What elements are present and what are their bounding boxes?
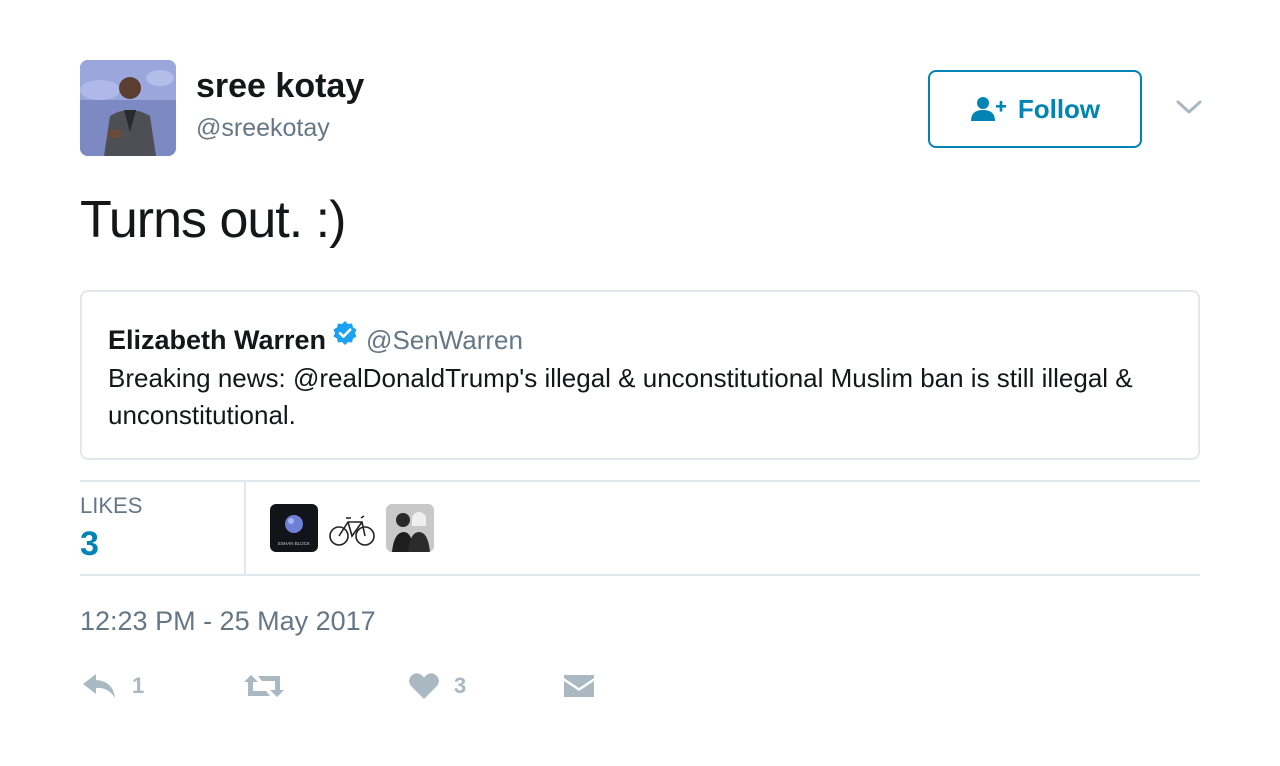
envelope-icon [562,672,596,700]
likes-count[interactable]: 3 [80,524,99,564]
reply-button[interactable]: 1 [80,664,144,708]
likes-label: LIKES [80,493,143,518]
author-handle[interactable]: @sreekotay [196,112,330,144]
liker-avatar[interactable]: ESHAN BLOCK [270,504,318,552]
follow-person-plus-icon [970,96,1008,122]
follow-button[interactable]: Follow [928,70,1142,148]
reply-count: 1 [132,673,145,698]
author-avatar[interactable] [80,60,176,156]
tweet-text: Turns out. :) [80,191,346,249]
quoted-author-name: Elizabeth Warren [108,324,327,355]
follow-button-label: Follow [1017,93,1101,124]
retweet-icon [242,671,286,701]
likers-avatars: ESHAN BLOCK [270,504,434,552]
like-button[interactable]: 3 [408,664,466,708]
chevron-down-icon[interactable] [1174,94,1204,120]
direct-message-button[interactable] [562,664,596,708]
reply-icon [80,671,118,701]
verified-badge-icon [332,320,358,359]
divider [80,480,1200,482]
embedded-tweet-card: sree kotay @sreekotay Follow Turns out. … [0,0,1280,766]
heart-icon [408,671,440,701]
author-name[interactable]: sree kotay [196,66,364,106]
quoted-tweet-text: Breaking news: @realDonaldTrump's illega… [108,363,1133,430]
liker-avatar-text: ESHAN BLOCK [278,541,310,546]
quoted-author-handle: @SenWarren [366,324,523,355]
liker-avatar[interactable] [328,504,376,552]
liker-avatar[interactable] [386,504,434,552]
quoted-tweet[interactable]: Elizabeth Warren @SenWarren Breaking new… [80,290,1200,460]
quoted-tweet-header: Elizabeth Warren @SenWarren [108,320,523,359]
divider [80,574,1200,576]
retweet-button[interactable] [242,664,300,708]
like-count: 3 [454,673,467,698]
divider [244,482,246,574]
tweet-timestamp[interactable]: 12:23 PM - 25 May 2017 [80,604,376,638]
